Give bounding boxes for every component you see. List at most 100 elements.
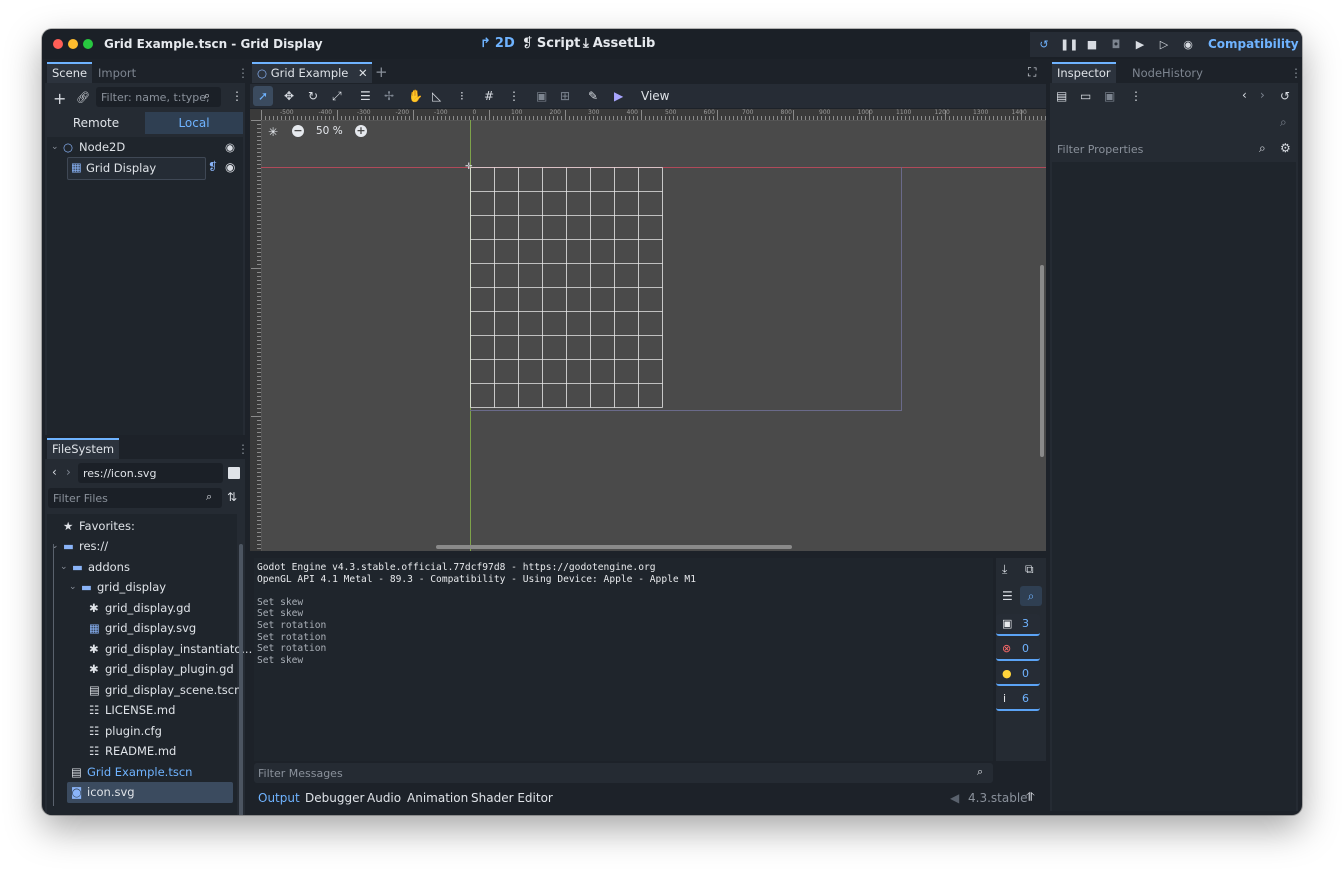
tab-grid-example[interactable]: ○ Grid Example ✕ <box>252 62 372 83</box>
expand-panel-icon[interactable]: ⥣ <box>1026 790 1035 805</box>
history-forward-icon[interactable]: › <box>1260 88 1265 102</box>
link-icon[interactable]: 🔗︎ <box>76 91 90 104</box>
move-tool-icon[interactable]: ✥ <box>284 89 294 103</box>
ruler-tool-icon[interactable]: ◺ <box>432 89 441 103</box>
workspace-assetlib-button[interactable]: ⤓ AssetLib <box>583 36 655 51</box>
zoom-level[interactable]: 50 % <box>316 125 343 137</box>
camera-override-icon[interactable]: ▶ <box>614 89 623 103</box>
canvas-viewport[interactable]: -500 -400 -300 -200 -100 0 100 200 300 400 500 600 7… <box>250 109 1046 551</box>
file-item[interactable]: ▦ grid_display.svg <box>47 618 237 639</box>
vertical-scrollbar[interactable] <box>1040 265 1044 457</box>
forward-icon[interactable]: › <box>66 465 71 479</box>
renderer-dropdown[interactable]: Compatibility ⌄ <box>1208 37 1302 51</box>
movie-maker-icon[interactable]: ◉ <box>1180 37 1196 53</box>
filter-properties-input[interactable]: Filter Properties ⌕ <box>1054 139 1274 159</box>
file-item[interactable]: ☷ plugin.cfg <box>47 721 237 742</box>
add-node-icon[interactable]: + <box>53 89 66 108</box>
file-item[interactable]: ▤ Grid Example.tscn <box>47 762 237 783</box>
snap-options-icon[interactable]: ⋮ <box>508 89 520 103</box>
select-tool-icon[interactable]: ➚ <box>253 86 273 106</box>
group-icon[interactable]: ⊞ <box>560 89 570 103</box>
scene-options-icon[interactable]: ⋮ <box>231 89 243 103</box>
dock-menu-icon[interactable]: ⋮ <box>237 66 249 80</box>
tab-animation[interactable]: Animation <box>407 791 468 805</box>
search-icon[interactable]: ⌕ <box>1020 586 1042 606</box>
inspector-options-icon[interactable]: ⋮ <box>1130 89 1142 103</box>
remote-debug-icon[interactable]: ◘ <box>1108 37 1124 53</box>
file-item[interactable]: ☷ LICENSE.md <box>47 700 237 721</box>
file-item[interactable]: ✱ grid_display_instantiato... <box>47 639 252 660</box>
workspace-script-button[interactable]: ❡ Script <box>522 36 580 51</box>
zoom-in-icon[interactable]: + <box>355 125 367 137</box>
visibility-eye-icon[interactable]: ◉ <box>225 157 235 178</box>
file-item[interactable]: ⌄ ▬ grid_display <box>47 577 237 598</box>
grid-display-node[interactable] <box>470 167 664 409</box>
close-icon[interactable]: ✕ <box>358 66 368 80</box>
tab-debugger[interactable]: Debugger <box>305 791 364 805</box>
remote-button[interactable]: Remote <box>47 112 145 134</box>
error-count-badge[interactable]: ⊗ 0 <box>996 639 1040 661</box>
grid-snap-icon[interactable]: # <box>484 89 494 103</box>
close-window-button[interactable] <box>53 39 63 49</box>
scene-node-node2d[interactable]: ⌄ ○ Node2D ◉ <box>47 137 243 158</box>
save-resource-icon[interactable]: ▣ <box>1104 89 1115 103</box>
scale-tool-icon[interactable]: ⤢ <box>332 89 342 104</box>
dock-menu-icon[interactable]: ⋮ <box>1290 66 1302 80</box>
filter-messages-input[interactable]: Filter Messages ⌕ <box>254 763 993 783</box>
file-item[interactable]: ⌄ ▬ res:// <box>47 536 237 557</box>
tab-output[interactable]: Output <box>258 791 300 805</box>
lock-icon[interactable]: ▣ <box>536 89 547 103</box>
scroll-lock-icon[interactable]: ⤓ <box>1002 562 1007 577</box>
file-item[interactable]: ☷ README.md <box>47 741 237 762</box>
doc-search-icon[interactable]: ⌕ <box>1280 115 1287 130</box>
local-button[interactable]: Local <box>145 112 243 134</box>
play-custom-icon[interactable]: ▷ <box>1156 37 1172 53</box>
warning-count-badge[interactable]: ● 0 <box>996 664 1040 686</box>
message-count-badge[interactable]: ▣ 3 <box>996 614 1040 636</box>
stop-icon[interactable]: ■ <box>1084 37 1100 53</box>
workspace-2d-button[interactable]: ↱ 2D <box>480 36 515 51</box>
horizontal-scrollbar[interactable] <box>436 545 792 549</box>
new-resource-icon[interactable]: ▤ <box>1056 89 1067 103</box>
filesystem-scrollbar[interactable] <box>239 544 243 815</box>
tab-audio[interactable]: Audio <box>367 791 401 805</box>
filter-files-input[interactable]: Filter Files ⌕ <box>48 488 222 508</box>
dock-menu-icon[interactable]: ⋮ <box>237 442 249 456</box>
reload-icon[interactable]: ↺ <box>1036 37 1052 53</box>
open-resource-icon[interactable]: ▭ <box>1080 89 1091 103</box>
script-attached-icon[interactable]: ❡ <box>208 160 217 173</box>
pause-icon[interactable]: ❚❚ <box>1060 37 1078 53</box>
collapse-icon[interactable]: ☰ <box>1002 589 1013 603</box>
center-view-icon[interactable]: ✳ <box>268 125 278 139</box>
visibility-eye-icon[interactable]: ◉ <box>225 137 235 158</box>
tab-scene[interactable]: Scene <box>47 62 93 83</box>
minimize-window-button[interactable] <box>68 39 78 49</box>
file-item[interactable]: ✱ grid_display.gd <box>47 598 237 619</box>
back-icon[interactable]: ‹ <box>52 465 57 479</box>
history-back-icon[interactable]: ‹ <box>1242 88 1247 102</box>
add-scene-tab-icon[interactable]: + <box>375 63 388 81</box>
pivot-tool-icon[interactable]: ✢ <box>384 89 394 103</box>
info-count-badge[interactable]: ⅰ 6 <box>996 689 1040 711</box>
pan-tool-icon[interactable]: ✋ <box>408 89 423 103</box>
tab-inspector[interactable]: Inspector <box>1052 62 1116 83</box>
sort-icon[interactable]: ⇅ <box>227 490 237 504</box>
property-filter-options-icon[interactable]: ⚙ <box>1280 141 1291 155</box>
tab-import[interactable]: Import <box>93 64 141 83</box>
scene-filter-input[interactable]: Filter: name, t:type, ⌕ <box>96 87 221 107</box>
file-item[interactable]: ★ Favorites: <box>47 516 237 537</box>
copy-icon[interactable]: ⧉ <box>1025 562 1034 577</box>
file-item[interactable]: ⌄ ▬ addons <box>47 557 237 578</box>
file-item[interactable]: ✱ grid_display_plugin.gd <box>47 659 237 680</box>
tab-history[interactable]: History <box>1157 64 1208 83</box>
list-select-icon[interactable]: ☰ <box>360 89 371 103</box>
play-scene-icon[interactable]: ▶ <box>1132 37 1148 53</box>
filesystem-path-input[interactable]: res://icon.svg <box>78 463 223 483</box>
smart-snap-icon[interactable]: ⁝ <box>460 89 464 103</box>
scene-node-grid-display[interactable]: ▦ Grid Display <box>67 157 206 180</box>
file-item[interactable]: ▤ grid_display_scene.tscn <box>47 680 241 701</box>
tab-filesystem[interactable]: FileSystem <box>47 438 120 459</box>
tab-shader-editor[interactable]: Shader Editor <box>471 791 553 805</box>
maximize-window-button[interactable] <box>83 39 93 49</box>
zoom-out-icon[interactable]: − <box>292 125 304 137</box>
